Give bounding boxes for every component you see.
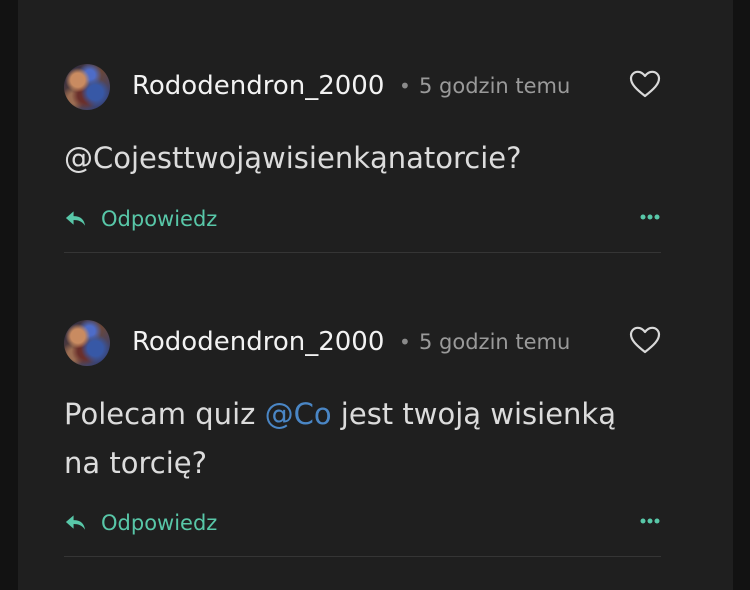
comment-item: Rododendron_2000 • 5 godzin temu Polecam… <box>64 318 661 557</box>
comment-actions: Odpowiedz <box>64 504 661 544</box>
comments-panel: Rododendron_2000 • 5 godzin temu @Cojest… <box>18 0 733 590</box>
mention-link[interactable]: @Co <box>265 397 332 431</box>
reply-arrow-icon <box>65 211 86 226</box>
comment-actions: Odpowiedz <box>64 200 661 240</box>
comment-header: Rododendron_2000 • 5 godzin temu <box>64 62 661 112</box>
comment-text-segment: @Cojesttwojąwisienkąnatorcie? <box>64 141 522 175</box>
more-dots-icon[interactable] <box>639 211 661 223</box>
comment-time: 5 godzin temu <box>419 330 571 354</box>
comment-divider <box>64 252 661 253</box>
comment-header: Rododendron_2000 • 5 godzin temu <box>64 318 661 368</box>
separator-dot: • <box>399 330 411 354</box>
reply-arrow-icon <box>65 515 86 530</box>
reply-label: Odpowiedz <box>101 511 218 535</box>
reply-button[interactable]: Odpowiedz <box>64 203 217 235</box>
avatar[interactable] <box>64 320 110 366</box>
heart-icon[interactable] <box>629 325 661 355</box>
reply-label: Odpowiedz <box>101 207 218 231</box>
more-dots-icon[interactable] <box>639 515 661 527</box>
comment-time: 5 godzin temu <box>419 74 571 98</box>
comment-text-segment: Polecam quiz <box>64 397 265 431</box>
comment-item: Rododendron_2000 • 5 godzin temu @Cojest… <box>64 62 661 253</box>
heart-icon[interactable] <box>629 69 661 99</box>
reply-button[interactable]: Odpowiedz <box>64 507 217 539</box>
separator-dot: • <box>399 74 411 98</box>
username[interactable]: Rododendron_2000 <box>132 69 384 103</box>
avatar[interactable] <box>64 64 110 110</box>
comment-text: @Cojesttwojąwisienkąnatorcie? <box>64 134 661 183</box>
username[interactable]: Rododendron_2000 <box>132 325 384 359</box>
comment-text: Polecam quiz @Co jest twoją wisienką na … <box>64 390 661 488</box>
comment-divider <box>64 556 661 557</box>
